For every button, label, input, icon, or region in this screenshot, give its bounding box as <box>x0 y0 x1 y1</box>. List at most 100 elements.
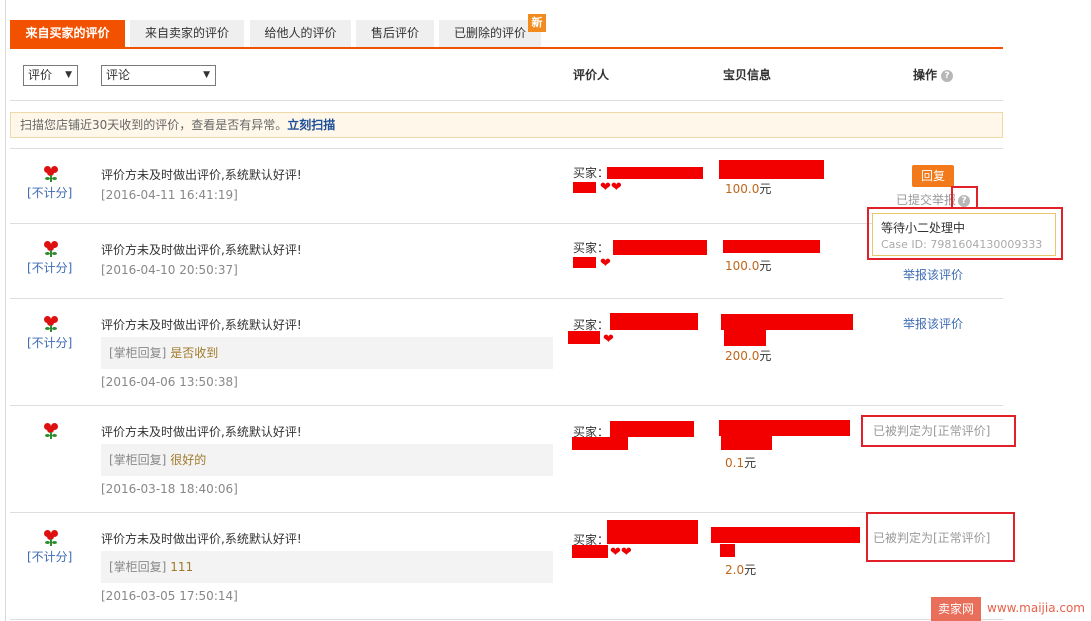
report-submitted-status: 已提交举报 <box>896 193 957 207</box>
annotation-box <box>861 415 1016 447</box>
reply-text: 很好的 <box>170 453 207 467</box>
tab-given-reviews[interactable]: 给他人的评价 <box>250 20 351 47</box>
redaction <box>568 331 600 344</box>
divider <box>10 223 1003 224</box>
redaction <box>724 330 766 346</box>
report-review-link[interactable]: 举报该评价 <box>903 315 963 332</box>
reply-label: [掌柜回复] <box>109 346 167 360</box>
review-date: [2016-03-05 17:50:14] <box>101 589 238 603</box>
divider <box>10 405 1003 406</box>
divider <box>10 298 1003 299</box>
review-date: [2016-04-06 13:50:38] <box>101 375 238 389</box>
reply-label: [掌柜回复] <box>109 453 167 467</box>
tab-underline <box>10 47 1003 49</box>
comment-select-value: 评论 <box>106 68 131 82</box>
flower-icon <box>43 241 59 257</box>
scan-notice-text: 扫描您店铺近30天收到的评价，查看是否有异常。 <box>20 118 288 132</box>
price-unit: 元 <box>744 563 757 577</box>
seller-reply: [掌柜回复] 111 <box>101 551 553 583</box>
redaction <box>572 545 608 558</box>
price-value: 0.1 <box>725 456 745 470</box>
heart-icon: ❤ <box>600 256 611 271</box>
help-icon[interactable]: ? <box>941 69 954 82</box>
flower-icon <box>43 166 59 182</box>
price-value: 200.0 <box>725 349 760 363</box>
redaction <box>607 167 703 179</box>
item-price: 2.0元 <box>725 561 756 578</box>
reply-text: 111 <box>170 560 194 574</box>
buyer-label: 买家： <box>573 166 610 180</box>
review-date: [2016-04-11 16:41:19] <box>101 188 238 202</box>
heart-icon: ❤❤ <box>610 545 632 560</box>
redaction <box>721 314 853 330</box>
heart-icon: ❤❤ <box>600 180 622 195</box>
divider <box>10 148 1003 149</box>
review-comment: 评价方未及时做出评价,系统默认好评! <box>101 243 302 257</box>
reply-text: 是否收到 <box>170 346 219 360</box>
tab-seller-reviews[interactable]: 来自卖家的评价 <box>130 20 244 47</box>
item-price: 200.0元 <box>725 347 771 364</box>
chevron-down-icon: ▼ <box>65 70 72 80</box>
no-count-label: [不计分] <box>27 186 73 200</box>
price-unit: 元 <box>759 259 772 273</box>
col-item-info: 宝贝信息 <box>723 68 772 82</box>
rating-select-value: 评价 <box>28 68 53 82</box>
price-value: 100.0 <box>725 182 760 196</box>
redaction <box>610 313 698 330</box>
price-unit: 元 <box>744 456 757 470</box>
left-border <box>5 0 6 621</box>
flower-icon <box>43 316 59 332</box>
chevron-down-icon: ▼ <box>203 70 210 80</box>
divider <box>10 100 1003 101</box>
item-price: 100.0元 <box>725 257 771 274</box>
annotation-box <box>866 512 1015 562</box>
tab-aftersale-reviews[interactable]: 售后评价 <box>356 20 434 47</box>
no-count-label: [不计分] <box>27 550 73 564</box>
tab-deleted-reviews[interactable]: 已删除的评价 <box>439 20 541 47</box>
review-comment: 评价方未及时做出评价,系统默认好评! <box>101 168 302 182</box>
redaction <box>573 182 596 193</box>
redaction <box>572 437 628 450</box>
rating-select[interactable]: 评价 ▼ <box>23 65 78 86</box>
report-review-link[interactable]: 举报该评价 <box>903 266 963 283</box>
item-price: 0.1元 <box>725 454 756 471</box>
watermark-logo: 卖家网 <box>931 597 981 621</box>
review-date: [2016-03-18 18:40:06] <box>101 482 238 496</box>
seller-reply: [掌柜回复] 很好的 <box>101 444 553 476</box>
annotation-box <box>867 207 1063 260</box>
divider <box>10 619 1003 620</box>
redaction <box>711 527 860 543</box>
review-comment: 评价方未及时做出评价,系统默认好评! <box>101 425 302 439</box>
reply-label: [掌柜回复] <box>109 560 167 574</box>
scan-now-link[interactable]: 立刻扫描 <box>287 118 335 132</box>
no-count-label: [不计分] <box>27 261 73 275</box>
review-date: [2016-04-10 20:50:37] <box>101 263 238 277</box>
buyer-label: 买家： <box>573 241 610 255</box>
price-unit: 元 <box>759 182 772 196</box>
redaction <box>613 240 707 255</box>
redaction <box>573 257 596 268</box>
flower-icon <box>43 423 59 439</box>
tab-buyer-reviews[interactable]: 来自买家的评价 <box>10 20 125 47</box>
scan-notice: 扫描您店铺近30天收到的评价，查看是否有异常。立刻扫描 <box>10 112 1003 138</box>
price-unit: 元 <box>759 349 772 363</box>
watermark-url: www.maijia.com <box>987 601 1085 615</box>
flower-icon <box>43 530 59 546</box>
price-value: 2.0 <box>725 563 745 577</box>
col-actions: 操作? <box>913 66 954 83</box>
no-count-label: [不计分] <box>27 336 73 350</box>
comment-select[interactable]: 评论 ▼ <box>101 65 216 86</box>
redaction <box>719 160 824 179</box>
review-comment: 评价方未及时做出评价,系统默认好评! <box>101 318 302 332</box>
redaction <box>720 544 735 557</box>
divider <box>10 512 1003 513</box>
reply-button[interactable]: 回复 <box>912 165 954 187</box>
redaction <box>721 436 772 450</box>
col-actions-label: 操作 <box>913 68 938 82</box>
redaction <box>723 240 820 253</box>
redaction <box>610 421 694 437</box>
redaction <box>607 520 698 544</box>
col-reviewer: 评价人 <box>573 68 610 82</box>
redaction <box>719 420 850 436</box>
seller-reply: [掌柜回复] 是否收到 <box>101 337 553 369</box>
